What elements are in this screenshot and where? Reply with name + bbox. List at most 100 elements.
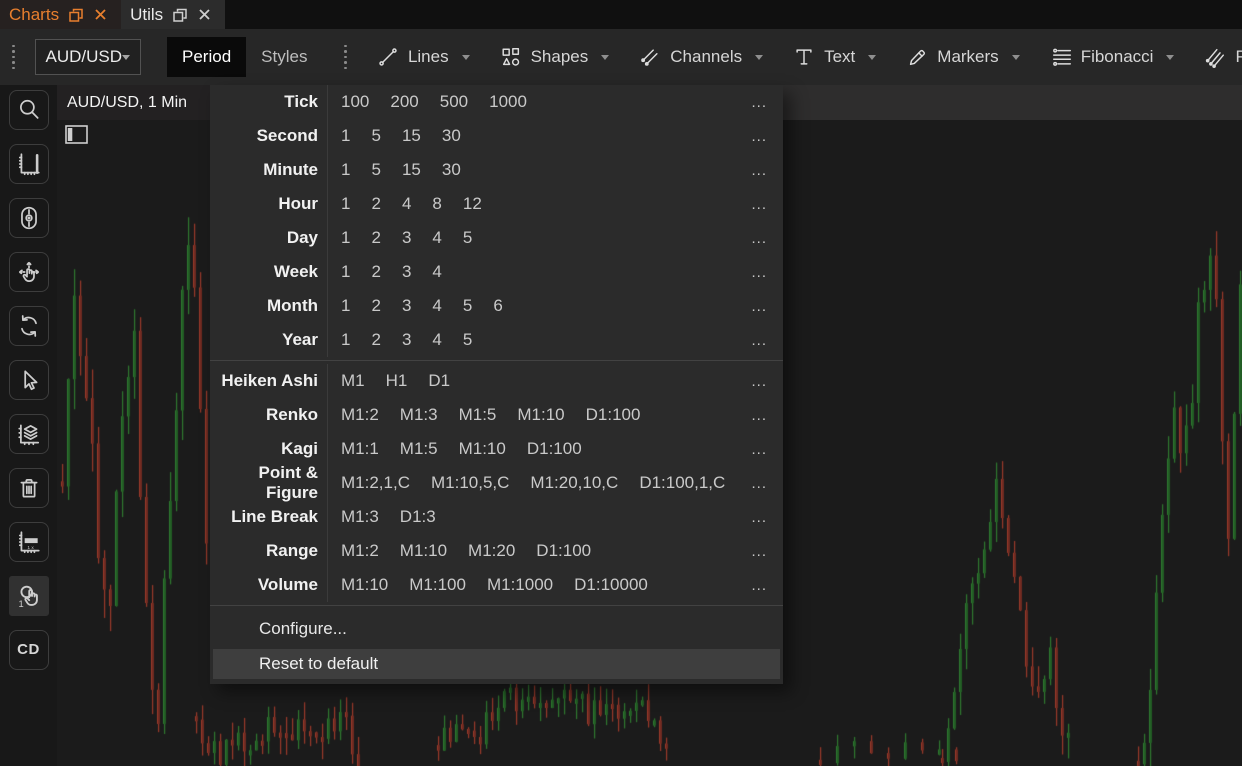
- chevron-down-icon[interactable]: [601, 55, 609, 60]
- period-value[interactable]: 4: [432, 228, 441, 248]
- period-value[interactable]: M1: [341, 371, 365, 391]
- tab-charts[interactable]: Charts: [0, 0, 121, 29]
- period-value[interactable]: 3: [402, 296, 411, 316]
- tool-text-button[interactable]: Text: [793, 46, 876, 68]
- period-value[interactable]: 6: [493, 296, 502, 316]
- period-value[interactable]: D1:100: [586, 405, 641, 425]
- configure-menu-item[interactable]: Configure...: [210, 609, 783, 649]
- chevron-down-icon[interactable]: [1166, 55, 1174, 60]
- float-window-icon[interactable]: [68, 7, 84, 23]
- chevron-down-icon[interactable]: [1012, 55, 1020, 60]
- period-value[interactable]: 15: [402, 160, 421, 180]
- more-options-button[interactable]: ...: [751, 230, 783, 247]
- one-click-button[interactable]: 1: [9, 576, 49, 616]
- period-value[interactable]: D1: [428, 371, 450, 391]
- more-options-button[interactable]: ...: [751, 509, 783, 526]
- period-value[interactable]: M1:5: [459, 405, 497, 425]
- period-value[interactable]: M1:1000: [487, 575, 553, 595]
- period-value[interactable]: 5: [371, 126, 380, 146]
- more-options-button[interactable]: ...: [751, 373, 783, 390]
- period-button[interactable]: Period: [167, 37, 246, 77]
- period-value[interactable]: 5: [463, 228, 472, 248]
- period-value[interactable]: M1:10: [517, 405, 564, 425]
- axes-button[interactable]: [9, 144, 49, 184]
- period-value[interactable]: 1: [341, 160, 350, 180]
- period-value[interactable]: 4: [432, 296, 441, 316]
- layers-button[interactable]: [9, 414, 49, 454]
- period-value[interactable]: 1: [341, 194, 350, 214]
- chevron-down-icon[interactable]: [462, 55, 470, 60]
- period-value[interactable]: M1:10: [341, 575, 388, 595]
- pointer-button[interactable]: [9, 360, 49, 400]
- period-value[interactable]: 2: [371, 296, 380, 316]
- period-value[interactable]: M1:3: [400, 405, 438, 425]
- period-value[interactable]: 4: [432, 262, 441, 282]
- more-options-button[interactable]: ...: [751, 196, 783, 213]
- more-options-button[interactable]: ...: [751, 407, 783, 424]
- period-value[interactable]: 5: [463, 296, 472, 316]
- tool-pitchfork-button[interactable]: Pitchfork: [1204, 46, 1242, 68]
- tool-channels-button[interactable]: Channels: [639, 46, 763, 68]
- tool-fibonacci-button[interactable]: Fibonacci: [1050, 46, 1175, 68]
- tool-shapes-button[interactable]: Shapes: [500, 46, 610, 68]
- more-options-button[interactable]: ...: [751, 475, 783, 492]
- period-value[interactable]: D1:100: [527, 439, 582, 459]
- period-value[interactable]: M1:1: [341, 439, 379, 459]
- period-value[interactable]: 4: [402, 194, 411, 214]
- period-value[interactable]: 3: [402, 330, 411, 350]
- period-value[interactable]: M1:3: [341, 507, 379, 527]
- period-value[interactable]: M1:100: [409, 575, 466, 595]
- tool-markers-button[interactable]: Markers: [906, 46, 1019, 68]
- period-value[interactable]: 2: [371, 228, 380, 248]
- refresh-button[interactable]: [9, 306, 49, 346]
- more-options-button[interactable]: ...: [751, 441, 783, 458]
- period-value[interactable]: 5: [463, 330, 472, 350]
- period-value[interactable]: 100: [341, 92, 369, 112]
- measure-button[interactable]: 1 x: [9, 522, 49, 562]
- period-value[interactable]: 1000: [489, 92, 527, 112]
- zoom-button[interactable]: [9, 90, 49, 130]
- period-value[interactable]: M1:2,1,C: [341, 473, 410, 493]
- period-value[interactable]: 200: [390, 92, 418, 112]
- pan-button[interactable]: [9, 252, 49, 292]
- period-value[interactable]: 4: [432, 330, 441, 350]
- reset-to-default-menu-item[interactable]: Reset to default: [213, 649, 780, 679]
- period-value[interactable]: 2: [371, 262, 380, 282]
- period-value[interactable]: 3: [402, 262, 411, 282]
- auto-scroll-button[interactable]: [9, 198, 49, 238]
- period-value[interactable]: 30: [442, 160, 461, 180]
- toolbar-grip-icon[interactable]: [12, 45, 15, 70]
- period-value[interactable]: 1: [341, 262, 350, 282]
- cd-button[interactable]: CD: [9, 630, 49, 670]
- period-value[interactable]: M1:2: [341, 541, 379, 561]
- tab-utils[interactable]: Utils: [121, 0, 225, 29]
- styles-button[interactable]: Styles: [246, 37, 322, 77]
- period-value[interactable]: 8: [432, 194, 441, 214]
- period-value[interactable]: M1:10: [400, 541, 447, 561]
- more-options-button[interactable]: ...: [751, 298, 783, 315]
- period-value[interactable]: D1:100,1,C: [639, 473, 725, 493]
- period-value[interactable]: D1:10000: [574, 575, 648, 595]
- period-value[interactable]: M1:2: [341, 405, 379, 425]
- period-value[interactable]: 1: [341, 126, 350, 146]
- symbol-select[interactable]: AUD/USD: [35, 39, 142, 75]
- period-value[interactable]: M1:10,5,C: [431, 473, 509, 493]
- period-value[interactable]: M1:10: [459, 439, 506, 459]
- chevron-down-icon[interactable]: [755, 55, 763, 60]
- period-value[interactable]: 2: [371, 194, 380, 214]
- toolbar-grip-icon[interactable]: [344, 45, 347, 70]
- more-options-button[interactable]: ...: [751, 94, 783, 111]
- more-options-button[interactable]: ...: [751, 332, 783, 349]
- panel-toggle-icon[interactable]: [64, 124, 90, 146]
- period-value[interactable]: 5: [371, 160, 380, 180]
- period-value[interactable]: 500: [440, 92, 468, 112]
- period-value[interactable]: M1:20,10,C: [530, 473, 618, 493]
- chevron-down-icon[interactable]: [868, 55, 876, 60]
- tool-lines-button[interactable]: Lines: [377, 46, 470, 68]
- period-value[interactable]: 12: [463, 194, 482, 214]
- period-value[interactable]: M1:20: [468, 541, 515, 561]
- more-options-button[interactable]: ...: [751, 543, 783, 560]
- period-value[interactable]: 2: [371, 330, 380, 350]
- delete-button[interactable]: [9, 468, 49, 508]
- more-options-button[interactable]: ...: [751, 128, 783, 145]
